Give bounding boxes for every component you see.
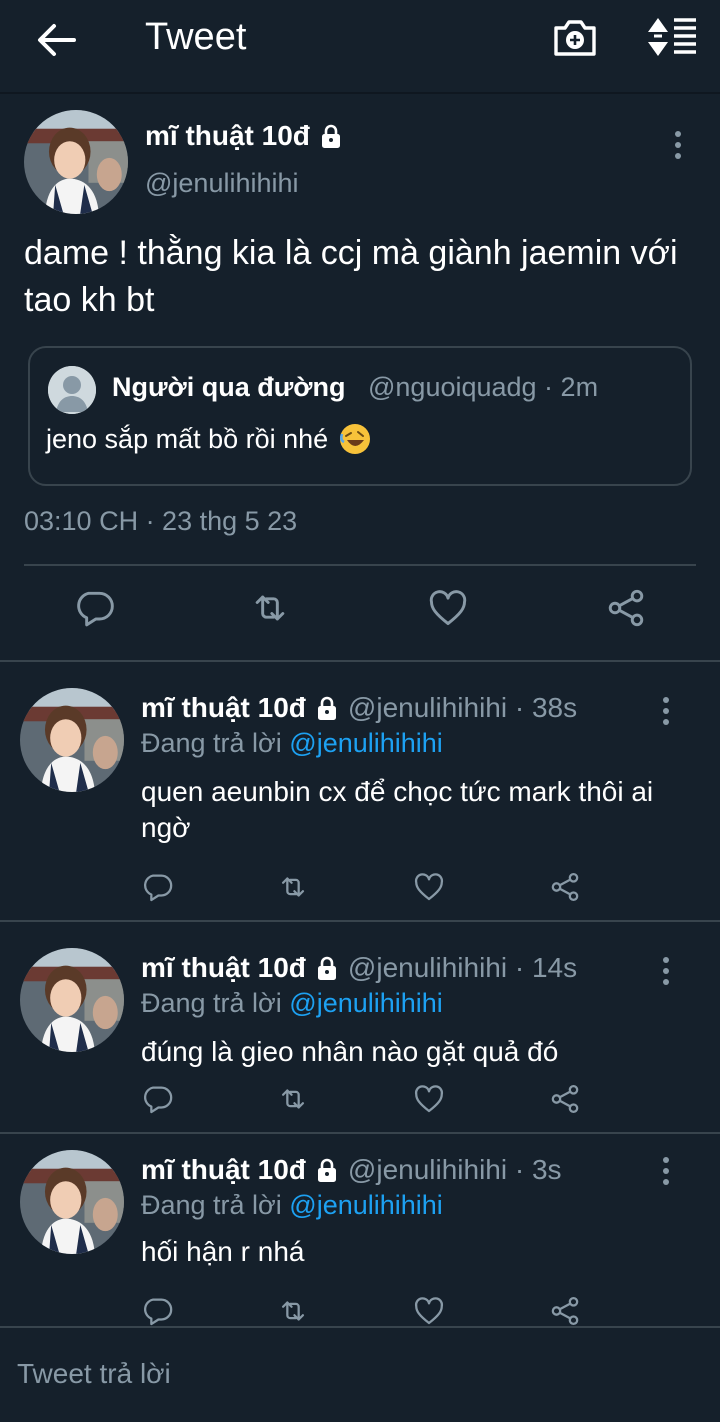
author-name: mĩ thuật 10đ xyxy=(145,120,310,151)
reply-compose-bar[interactable]: Tweet trả lời xyxy=(0,1326,720,1422)
tweet-actions xyxy=(0,586,720,636)
reply-text: đúng là gieo nhân nào gặt quả đó xyxy=(141,1036,559,1067)
more-options-icon[interactable] xyxy=(656,1156,676,1186)
top-app-bar: Tweet xyxy=(0,0,720,94)
retweet-icon[interactable] xyxy=(276,1082,310,1116)
mention-link[interactable]: @jenulihihihi xyxy=(289,988,443,1018)
lock-icon xyxy=(314,1157,340,1183)
sort-icon[interactable] xyxy=(644,16,698,58)
like-icon[interactable] xyxy=(412,1082,446,1116)
quoted-author-handle: @nguoiquadg · 2m xyxy=(368,372,599,402)
reply-tweet[interactable]: mĩ thuật 10đ @jenulihihihi · 38s Đang tr… xyxy=(0,662,720,922)
page-title: Tweet xyxy=(145,16,247,58)
author-handle-time: @jenulihihihi · 14s xyxy=(347,952,578,983)
more-options-icon[interactable] xyxy=(656,696,676,726)
replying-to: Đang trả lời @jenulihihihi xyxy=(141,1190,443,1221)
avatar[interactable] xyxy=(20,688,124,792)
reply-header: mĩ thuật 10đ @jenulihihihi · 38s xyxy=(141,692,577,724)
arrow-left-icon[interactable] xyxy=(34,20,78,60)
avatar[interactable] xyxy=(20,948,124,1052)
replying-prefix: Đang trả lời xyxy=(141,1190,282,1220)
retweet-icon[interactable] xyxy=(248,586,292,630)
lock-icon xyxy=(314,695,340,721)
tweet-actions xyxy=(0,1082,720,1132)
reply-icon[interactable] xyxy=(140,1294,174,1328)
quoted-author-name: Người qua đường xyxy=(112,372,346,402)
lock-icon xyxy=(314,955,340,981)
quoted-text: jeno sắp mất bồ rồi nhé xyxy=(46,423,329,454)
quoted-tweet-text: jeno sắp mất bồ rồi nhé xyxy=(46,422,372,456)
avatar[interactable] xyxy=(24,110,128,214)
replying-prefix: Đang trả lời xyxy=(141,988,282,1018)
rolling-laughing-emoji-icon xyxy=(340,424,371,454)
replying-to: Đang trả lời @jenulihihihi xyxy=(141,728,443,759)
author-handle: @jenulihihihi xyxy=(145,168,299,198)
replying-to: Đang trả lời @jenulihihihi xyxy=(141,988,443,1019)
author-name[interactable]: mĩ thuật 10đ xyxy=(141,1154,306,1186)
tweet-actions xyxy=(0,870,720,920)
share-icon[interactable] xyxy=(548,1294,582,1328)
share-icon[interactable] xyxy=(548,870,582,904)
reply-input[interactable]: Tweet trả lời xyxy=(17,1358,171,1390)
reply-tweet[interactable]: mĩ thuật 10đ @jenulihihihi · 14s Đang tr… xyxy=(0,922,720,1134)
author-name[interactable]: mĩ thuật 10đ xyxy=(141,692,306,724)
reply-header: mĩ thuật 10đ @jenulihihihi · 14s xyxy=(141,952,577,984)
avatar[interactable] xyxy=(20,1150,124,1254)
reply-icon[interactable] xyxy=(140,870,174,904)
replying-prefix: Đang trả lời xyxy=(141,728,282,758)
mention-link[interactable]: @jenulihihihi xyxy=(289,1190,443,1220)
default-avatar-icon xyxy=(48,366,96,414)
lock-icon xyxy=(318,123,344,149)
main-tweet: mĩ thuật 10đ @jenulihihihi dame ! thằng … xyxy=(0,96,720,662)
more-options-icon[interactable] xyxy=(656,956,676,986)
retweet-icon[interactable] xyxy=(276,870,310,904)
quoted-tweet[interactable]: Người qua đường @nguoiquadg · 2m jeno sắ… xyxy=(28,346,692,486)
tweet-timestamp: 03:10 CH · 23 thg 5 23 xyxy=(24,506,298,536)
author-handle-time: @jenulihihihi · 3s xyxy=(347,1154,562,1185)
like-icon[interactable] xyxy=(412,1294,446,1328)
author-name-row[interactable]: mĩ thuật 10đ xyxy=(145,120,344,152)
reply-text: quen aeunbin cx để chọc tức mark thôi ai… xyxy=(141,776,654,843)
mention-link[interactable]: @jenulihihihi xyxy=(289,728,443,758)
author-handle-time: @jenulihihihi · 38s xyxy=(347,692,578,723)
author-name[interactable]: mĩ thuật 10đ xyxy=(141,952,306,984)
reply-tweet[interactable]: mĩ thuật 10đ @jenulihihihi · 3s Đang trả… xyxy=(0,1134,720,1326)
camera-plus-icon[interactable] xyxy=(552,16,598,58)
share-icon[interactable] xyxy=(604,586,648,630)
reply-header: mĩ thuật 10đ @jenulihihihi · 3s xyxy=(141,1154,562,1186)
share-icon[interactable] xyxy=(548,1082,582,1116)
like-icon[interactable] xyxy=(426,586,470,630)
like-icon[interactable] xyxy=(412,870,446,904)
divider xyxy=(24,564,696,566)
reply-text: hối hận r nhá xyxy=(141,1236,305,1267)
retweet-icon[interactable] xyxy=(276,1294,310,1328)
tweet-text: dame ! thằng kia là ccj mà giành jaemin … xyxy=(24,234,678,319)
more-options-icon[interactable] xyxy=(668,130,688,160)
reply-icon[interactable] xyxy=(140,1082,174,1116)
reply-icon[interactable] xyxy=(72,586,116,630)
